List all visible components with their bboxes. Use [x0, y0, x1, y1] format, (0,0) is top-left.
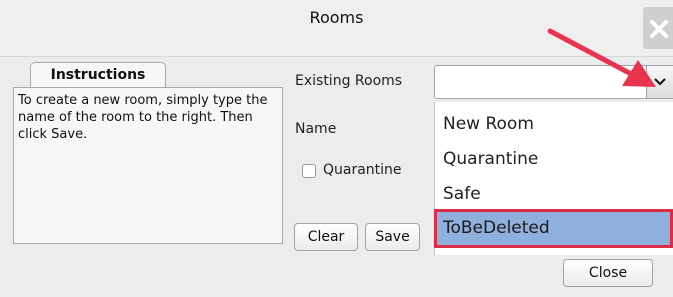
chevron-down-icon — [654, 78, 666, 86]
close-button[interactable]: Close — [563, 259, 653, 287]
window-title: Rooms — [309, 8, 364, 27]
instructions-panel: To create a new room, simply type the na… — [13, 87, 283, 244]
rooms-dialog: Rooms Instructions To create a new room,… — [0, 0, 673, 297]
clear-button[interactable]: Clear — [294, 223, 358, 251]
dropdown-option-tobedeleted[interactable]: ToBeDeleted — [435, 211, 673, 245]
name-label: Name — [295, 121, 337, 137]
instructions-text: To create a new room, simply type the na… — [18, 93, 268, 142]
tab-instructions[interactable]: Instructions — [30, 62, 166, 88]
existing-rooms-dropdown-button[interactable] — [646, 66, 673, 98]
dropdown-option-new-room[interactable]: New Room — [435, 107, 673, 141]
dropdown-option-safe[interactable]: Safe — [435, 177, 673, 211]
existing-rooms-select[interactable] — [434, 65, 673, 99]
quarantine-label: Quarantine — [323, 162, 402, 178]
dropdown-option-quarantine[interactable]: Quarantine — [435, 142, 673, 176]
title-bar: Rooms — [0, 0, 673, 57]
existing-rooms-label: Existing Rooms — [295, 73, 403, 89]
close-icon — [650, 20, 668, 38]
existing-rooms-dropdown-list: New Room Quarantine Safe ToBeDeleted — [434, 102, 673, 255]
save-button[interactable]: Save — [365, 223, 420, 251]
window-close-button[interactable] — [643, 7, 673, 49]
quarantine-checkbox[interactable] — [302, 164, 316, 178]
